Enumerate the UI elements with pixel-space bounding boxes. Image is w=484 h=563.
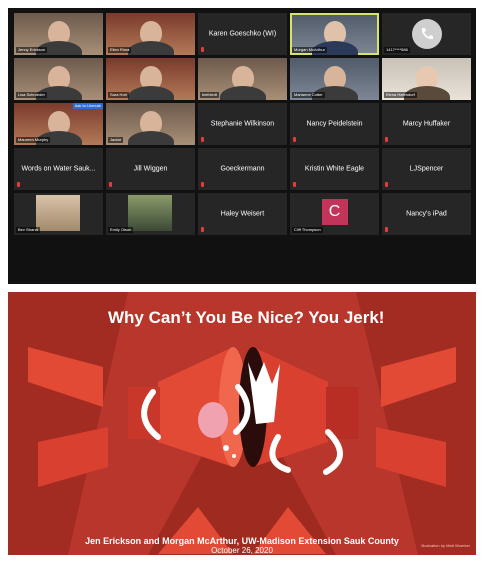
participant-tile[interactable]: Nancy's iPad [382,193,471,235]
participant-name: Nancy's iPad [406,210,447,218]
participant-tile[interactable]: C Cliff Thompson [290,193,379,235]
participant-tile[interactable]: Jill Wiggen [106,148,195,190]
participant-name: Kristin White Eagle [304,165,365,173]
muted-mic-icon [293,182,296,187]
participant-tile[interactable]: Stephanie Wilkinson [198,103,287,145]
participant-name: Sara Holt [108,92,129,98]
participant-tile[interactable]: Haley Weisert [198,193,287,235]
participant-name: Jackie [108,137,124,143]
participant-tile[interactable]: Sara Holt [106,58,195,100]
participant-tile[interactable]: Karen Goeschko (WI) [198,13,287,55]
participant-tile-active-speaker[interactable]: Morgan McArthur [290,13,379,55]
muted-mic-icon [109,182,112,187]
participant-name: Maureen Murphy [16,137,51,143]
participant-tile[interactable]: Elena Hafendorf [382,58,471,100]
participant-tile[interactable]: Ask to Unmute Maureen Murphy [14,103,103,145]
participant-tile[interactable]: Emily Olson [106,193,195,235]
muted-mic-icon [385,137,388,142]
participant-name: Jill Wiggen [133,165,168,173]
participant-tile[interactable]: bielhiedt [198,58,287,100]
participant-name: Cliff Thompson [292,227,323,233]
participant-name: Lisa Schroeder [16,92,47,98]
bg-ray [356,292,476,555]
participant-name: Bev Strand [16,227,40,233]
slide-date: October 26, 2020 [211,546,273,555]
ask-to-unmute-badge[interactable]: Ask to Unmute [72,103,103,109]
participant-tile[interactable]: LJSpencer [382,148,471,190]
slide-authors: Jen Erickson and Morgan McArthur, UW-Mad… [85,536,399,546]
phone-icon [411,19,442,49]
participant-tile[interactable]: Bev Strand [14,193,103,235]
participant-tile[interactable]: Marianne Cotter [290,58,379,100]
participant-tile[interactable]: Jenny Erickson [14,13,103,55]
participant-tile[interactable]: 1417****586 [382,13,471,55]
muted-mic-icon [201,182,204,187]
participant-name: Elena Hafendorf [384,92,417,98]
participant-name: Ellen Rima [108,47,132,53]
slide-illustration [8,292,476,555]
participant-name: Marcy Huffaker [402,120,451,128]
participant-name: LJSpencer [409,165,444,173]
participant-name: Karen Goeschko (WI) [208,30,277,38]
participant-name: Haley Weisert [220,210,265,218]
participant-name: Nancy Peidelstein [306,120,363,128]
participant-tile[interactable]: Lisa Schroeder [14,58,103,100]
participant-name: bielhiedt [200,92,219,98]
participant-grid: Jenny Erickson Ellen Rima Karen Goeschko… [14,13,471,280]
participant-tile[interactable]: Jackie [106,103,195,145]
participant-tile[interactable]: Kristin White Eagle [290,148,379,190]
participant-name: Words on Water Sauk... [21,165,96,173]
bg-ray [8,292,128,555]
participant-tile[interactable]: Words on Water Sauk... [14,148,103,190]
muted-mic-icon [201,227,204,232]
participant-name: Goeckermann [220,165,265,173]
participant-name: Marianne Cotter [292,92,325,98]
avatar: C [321,199,348,225]
participant-tile[interactable]: Ellen Rima [106,13,195,55]
muted-mic-icon [385,182,388,187]
profile-photo [128,195,172,231]
participant-tile[interactable]: Marcy Huffaker [382,103,471,145]
muted-mic-icon [293,137,296,142]
profile-photo [36,195,80,231]
participant-tile[interactable]: Nancy Peidelstein [290,103,379,145]
muted-mic-icon [385,227,388,232]
participant-name: Jenny Erickson [16,47,48,53]
participant-name: Morgan McArthur [292,47,327,53]
muted-mic-icon [17,182,20,187]
zoom-gallery-view: Jenny Erickson Ellen Rima Karen Goeschko… [8,8,476,284]
participant-name: Stephanie Wilkinson [210,120,275,128]
participant-name: 1417****586 [384,47,410,53]
presentation-slide: Why Can’t You Be Nice? You Jerk! Jen Eri… [8,292,476,555]
illustration-credit: Illustration by Matt Wuerker [421,543,470,548]
muted-mic-icon [201,137,204,142]
slide-title: Why Can’t You Be Nice? You Jerk! [108,308,385,327]
participant-tile[interactable]: Goeckermann [198,148,287,190]
muted-mic-icon [201,47,204,52]
participant-name: Emily Olson [108,227,134,233]
